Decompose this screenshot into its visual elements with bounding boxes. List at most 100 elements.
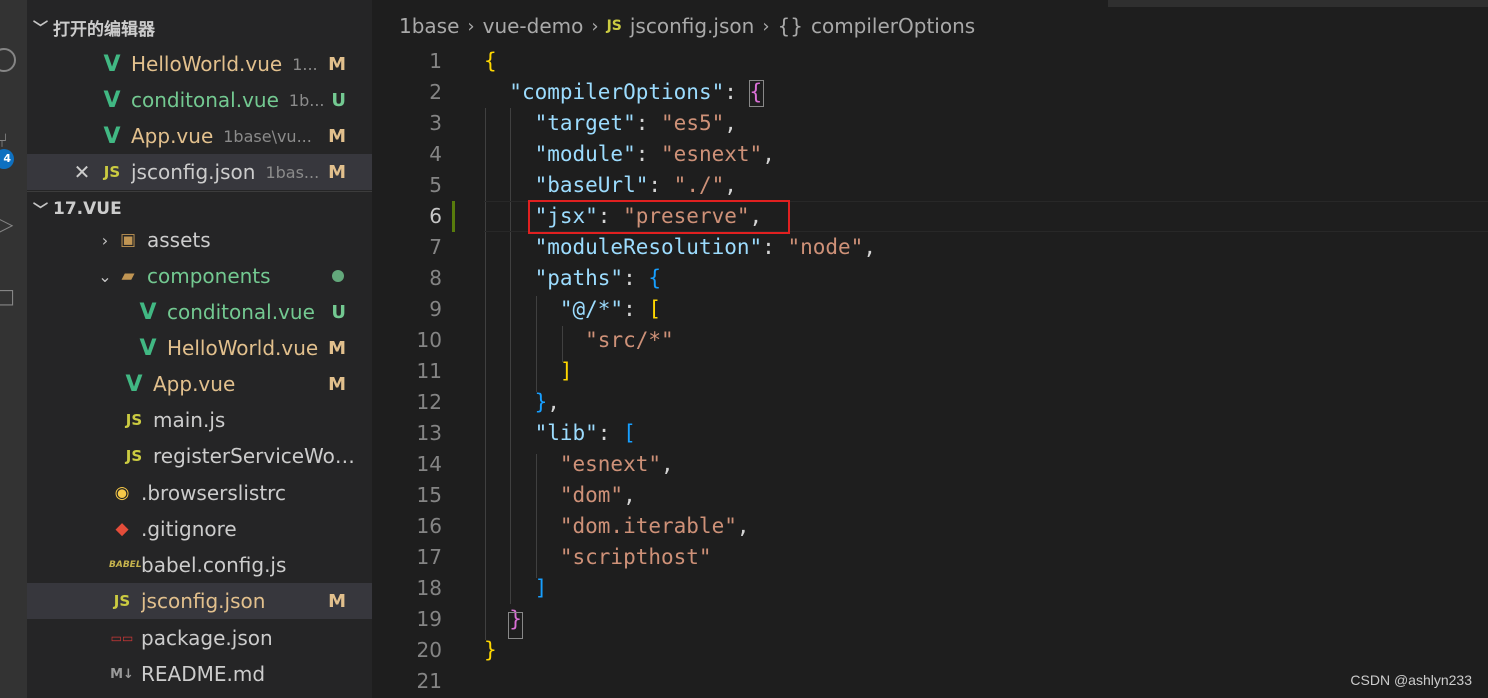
vue-icon: V: [103, 87, 121, 113]
tree-item-selected[interactable]: JS jsconfig.json M: [27, 583, 372, 619]
chevron-right-icon: ›: [762, 15, 770, 37]
js-icon: JS: [606, 18, 622, 34]
source-control-badge: 4: [0, 149, 14, 169]
code-line[interactable]: 21: [372, 666, 1488, 697]
line-number: 5: [429, 173, 442, 197]
code-line[interactable]: 4 "module": "esnext",: [372, 139, 1488, 170]
line-number: 8: [429, 266, 442, 290]
close-icon[interactable]: ✕: [69, 160, 95, 184]
open-editor-item[interactable]: V conditonal.vue 1b... U: [27, 82, 372, 118]
tree-item[interactable]: M↓ README.md: [27, 656, 372, 692]
bracket-match-box: [749, 80, 764, 107]
tree-item[interactable]: BABEL babel.config.js: [27, 547, 372, 583]
explorer-folder-title: 17.VUE: [53, 199, 122, 219]
tree-item-folder[interactable]: ⌄ ▰ components: [27, 258, 372, 294]
open-editor-item[interactable]: V App.vue 1base\vu... M: [27, 118, 372, 154]
line-number: 7: [429, 235, 442, 259]
watermark: CSDN @ashlyn233: [1350, 672, 1472, 688]
vue-icon: V: [103, 51, 121, 77]
tree-item[interactable]: V HelloWorld.vue M: [27, 330, 372, 366]
browserslist-icon: ◉: [114, 483, 130, 503]
code-line[interactable]: 2 "compilerOptions": {: [372, 77, 1488, 108]
breadcrumb-item[interactable]: vue-demo: [483, 14, 584, 38]
line-number: 12: [416, 390, 442, 414]
chevron-down-icon: ﹀: [33, 18, 49, 37]
account-icon[interactable]: [0, 48, 16, 72]
line-number: 10: [416, 328, 442, 352]
explorer-sidebar: ﹀ 打开的编辑器 V HelloWorld.vue 1... M V condi…: [27, 0, 372, 698]
vue-icon: V: [139, 299, 157, 325]
git-status-badge: M: [328, 125, 346, 147]
vue-icon: V: [103, 123, 121, 149]
line-number: 3: [429, 111, 442, 135]
annotation-highlight-box: [528, 200, 790, 234]
vue-icon: V: [125, 371, 143, 397]
code-line[interactable]: 19 }: [372, 604, 1488, 635]
code-line[interactable]: 15 "dom",: [372, 480, 1488, 511]
js-icon: JS: [125, 411, 143, 429]
tree-item[interactable]: V App.vue M: [27, 366, 372, 402]
git-status-badge: U: [331, 301, 346, 323]
extensions-icon[interactable]: □: [0, 284, 15, 308]
code-line[interactable]: 12 },: [372, 387, 1488, 418]
git-status-badge: M: [328, 337, 346, 359]
breadcrumb: 1base › vue-demo › JS jsconfig.json › {}…: [399, 14, 975, 38]
breadcrumb-item[interactable]: compilerOptions: [811, 14, 975, 38]
code-line[interactable]: 14 "esnext",: [372, 449, 1488, 480]
code-line[interactable]: 13 "lib": [: [372, 418, 1488, 449]
line-number: 18: [416, 576, 442, 600]
line-number: 4: [429, 142, 442, 166]
line-number: 13: [416, 421, 442, 445]
chevron-down-icon: ﹀: [33, 200, 49, 219]
git-icon: ◆: [115, 519, 129, 539]
activity-bar: ⑂ 4 ▷ □: [0, 0, 27, 698]
breadcrumb-item[interactable]: 1base: [399, 14, 459, 38]
line-number: 6: [429, 204, 442, 228]
npm-icon: ▭▭: [110, 631, 134, 645]
chevron-right-icon: ›: [467, 15, 475, 37]
tree-item[interactable]: ◉ .browserslistrc: [27, 475, 372, 511]
folder-open-icon: ▰: [121, 266, 135, 286]
code-line[interactable]: 5 "baseUrl": "./",: [372, 170, 1488, 201]
code-line[interactable]: 11 ]: [372, 356, 1488, 387]
tree-item[interactable]: JS registerServiceWork...: [27, 438, 372, 474]
code-line[interactable]: 10 "src/*": [372, 325, 1488, 356]
tree-item[interactable]: ▭▭ package.json: [27, 620, 372, 656]
line-number: 17: [416, 545, 442, 569]
js-icon: JS: [103, 163, 121, 181]
git-status-badge: U: [331, 89, 346, 111]
open-editors-header[interactable]: ﹀ 打开的编辑器: [27, 9, 372, 45]
scrollbar-shadow: [1108, 0, 1488, 7]
line-number: 14: [416, 452, 442, 476]
git-status-badge: M: [328, 590, 346, 612]
tree-item[interactable]: JS main.js: [27, 402, 372, 438]
tree-item-folder[interactable]: › ▣ assets: [27, 222, 372, 258]
tree-item[interactable]: V conditonal.vue U: [27, 294, 372, 330]
code-line[interactable]: 1{: [372, 46, 1488, 77]
chevron-right-icon: ›: [101, 230, 109, 250]
line-number: 20: [416, 638, 442, 662]
open-editors-title: 打开的编辑器: [53, 19, 155, 40]
git-status-badge: M: [328, 373, 346, 395]
code-editor[interactable]: 1base › vue-demo › JS jsconfig.json › {}…: [372, 0, 1488, 698]
folder-icon: ▣: [119, 230, 137, 250]
code-line[interactable]: 18 ]: [372, 573, 1488, 604]
code-line[interactable]: 20}: [372, 635, 1488, 666]
line-number: 11: [416, 359, 442, 383]
run-debug-icon[interactable]: ▷: [0, 212, 13, 236]
git-status-badge: M: [328, 161, 346, 183]
open-editor-item-active[interactable]: ✕ JS jsconfig.json 1bas... M: [27, 154, 372, 190]
tree-item[interactable]: ◆ .gitignore: [27, 511, 372, 547]
bracket-match-box: [508, 612, 523, 639]
code-line[interactable]: 17 "scripthost": [372, 542, 1488, 573]
git-status-badge: M: [328, 53, 346, 75]
babel-icon: BABEL: [109, 560, 142, 570]
code-line[interactable]: 7 "moduleResolution": "node",: [372, 232, 1488, 263]
code-line[interactable]: 8 "paths": {: [372, 263, 1488, 294]
open-editor-item[interactable]: V HelloWorld.vue 1... M: [27, 46, 372, 82]
code-line[interactable]: 16 "dom.iterable",: [372, 511, 1488, 542]
breadcrumb-item[interactable]: jsconfig.json: [630, 14, 754, 38]
code-line[interactable]: 9 "@/*": [: [372, 294, 1488, 325]
code-line[interactable]: 3 "target": "es5",: [372, 108, 1488, 139]
vue-icon: V: [139, 335, 157, 361]
